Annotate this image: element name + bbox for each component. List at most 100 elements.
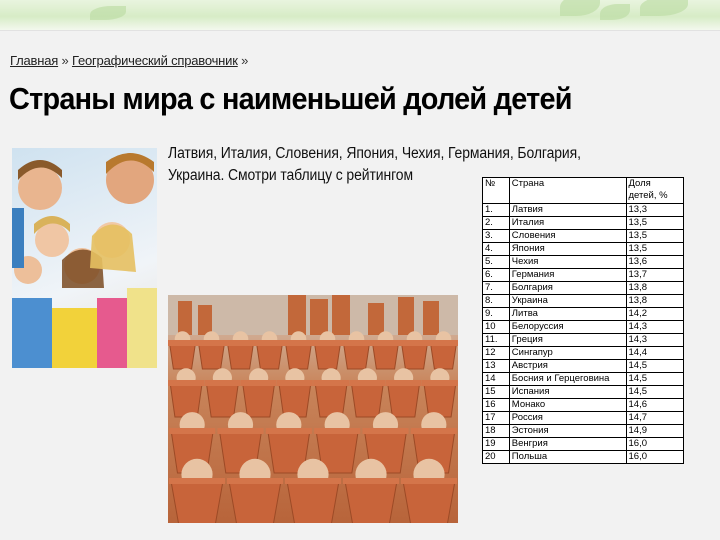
cell-country: Италия	[508, 216, 627, 230]
column-header-number: №	[482, 177, 510, 204]
header-banner	[0, 0, 720, 30]
cell-share: 14,5	[625, 385, 684, 399]
cell-rank: 15	[482, 385, 510, 399]
breadcrumb: Главная » Географический справочник »	[10, 53, 248, 68]
table-row: 18 Эстония 14,9	[482, 424, 684, 438]
cell-country: Латвия	[508, 203, 627, 217]
content-page: Главная » Географический справочник » Ст…	[0, 30, 720, 540]
cell-share: 13,6	[625, 255, 684, 269]
column-header-country: Страна	[508, 177, 627, 204]
table-row: 1. Латвия 13,3	[482, 203, 684, 217]
pots-photo	[168, 295, 458, 523]
cell-rank: 1.	[482, 203, 510, 217]
children-photo	[12, 148, 157, 368]
cell-country: Босния и Герцеговина	[508, 372, 627, 386]
table-row: 7. Болгария 13,8	[482, 281, 684, 295]
cell-country: Белоруссия	[508, 320, 627, 334]
table-row: 11. Греция 14,3	[482, 333, 684, 347]
cell-rank: 11.	[482, 333, 510, 347]
cell-share: 13,3	[625, 203, 684, 217]
cell-rank: 6.	[482, 268, 510, 282]
pots-photo-graphic	[168, 295, 458, 523]
breadcrumb-section-link[interactable]: Географический справочник	[72, 53, 238, 68]
breadcrumb-separator: »	[241, 53, 249, 68]
cell-rank: 10	[482, 320, 510, 334]
table-row: 5. Чехия 13,6	[482, 255, 684, 269]
cell-country: Германия	[508, 268, 627, 282]
table-row: 19 Венгрия 16,0	[482, 437, 684, 451]
table-row: 14 Босния и Герцеговина 14,5	[482, 372, 684, 386]
table-row: 13 Австрия 14,5	[482, 359, 684, 373]
table-row: 9. Литва 14,2	[482, 307, 684, 321]
cell-rank: 19	[482, 437, 510, 451]
cell-country: Венгрия	[508, 437, 627, 451]
cell-rank: 3.	[482, 229, 510, 243]
cell-country: Греция	[508, 333, 627, 347]
cell-country: Чехия	[508, 255, 627, 269]
cell-rank: 4.	[482, 242, 510, 256]
leaf-decoration	[90, 6, 126, 20]
cell-share: 14,3	[625, 320, 684, 334]
cell-rank: 18	[482, 424, 510, 438]
cell-share: 14,7	[625, 411, 684, 425]
breadcrumb-home-link[interactable]: Главная	[10, 53, 58, 68]
table-row: 2. Италия 13,5	[482, 216, 684, 230]
cell-country: Австрия	[508, 359, 627, 373]
cell-rank: 2.	[482, 216, 510, 230]
table-row: 16 Монако 14,6	[482, 398, 684, 412]
cell-share: 14,5	[625, 359, 684, 373]
cell-share: 13,7	[625, 268, 684, 282]
cell-rank: 13	[482, 359, 510, 373]
cell-share: 14,4	[625, 346, 684, 360]
cell-country: Украина	[508, 294, 627, 308]
cell-share: 14,6	[625, 398, 684, 412]
page-title: Страны мира с наименьшей долей детей	[9, 81, 573, 116]
cell-share: 14,9	[625, 424, 684, 438]
cell-share: 14,2	[625, 307, 684, 321]
cell-country: Япония	[508, 242, 627, 256]
cell-country: Польша	[508, 450, 627, 464]
cell-share: 16,0	[625, 437, 684, 451]
table-row: 15 Испания 14,5	[482, 385, 684, 399]
cell-country: Испания	[508, 385, 627, 399]
cell-share: 13,5	[625, 229, 684, 243]
cell-rank: 14	[482, 372, 510, 386]
cell-country: Литва	[508, 307, 627, 321]
table-row: 6. Германия 13,7	[482, 268, 684, 282]
table-header-row: № Страна Доля детей, %	[482, 177, 684, 204]
cell-rank: 8.	[482, 294, 510, 308]
cell-rank: 16	[482, 398, 510, 412]
table-row: 10 Белоруссия 14,3	[482, 320, 684, 334]
rating-table: № Страна Доля детей, % 1. Латвия 13,3 2. Ита…	[482, 177, 684, 464]
table-row: 3. Словения 13,5	[482, 229, 684, 243]
children-photo-graphic	[12, 153, 157, 368]
cell-country: Монако	[508, 398, 627, 412]
column-header-share: Доля детей, %	[625, 177, 684, 204]
cell-country: Словения	[508, 229, 627, 243]
cell-country: Эстония	[508, 424, 627, 438]
table-row: 8. Украина 13,8	[482, 294, 684, 308]
leaf-decoration	[600, 4, 630, 20]
cell-rank: 7.	[482, 281, 510, 295]
cell-country: Россия	[508, 411, 627, 425]
table-row: 20 Польша 16,0	[482, 450, 684, 464]
cell-share: 14,3	[625, 333, 684, 347]
cell-rank: 12	[482, 346, 510, 360]
cell-country: Болгария	[508, 281, 627, 295]
cell-country: Сингапур	[508, 346, 627, 360]
table-row: 12 Сингапур 14,4	[482, 346, 684, 360]
cell-rank: 5.	[482, 255, 510, 269]
cell-rank: 17	[482, 411, 510, 425]
leaf-decoration	[560, 0, 600, 16]
breadcrumb-separator: »	[61, 53, 69, 68]
cell-share: 13,8	[625, 294, 684, 308]
table-row: 17 Россия 14,7	[482, 411, 684, 425]
cell-share: 13,5	[625, 216, 684, 230]
leaf-decoration	[640, 0, 688, 16]
cell-rank: 9.	[482, 307, 510, 321]
cell-share: 13,8	[625, 281, 684, 295]
cell-share: 13,5	[625, 242, 684, 256]
cell-share: 14,5	[625, 372, 684, 386]
table-row: 4. Япония 13,5	[482, 242, 684, 256]
cell-rank: 20	[482, 450, 510, 464]
